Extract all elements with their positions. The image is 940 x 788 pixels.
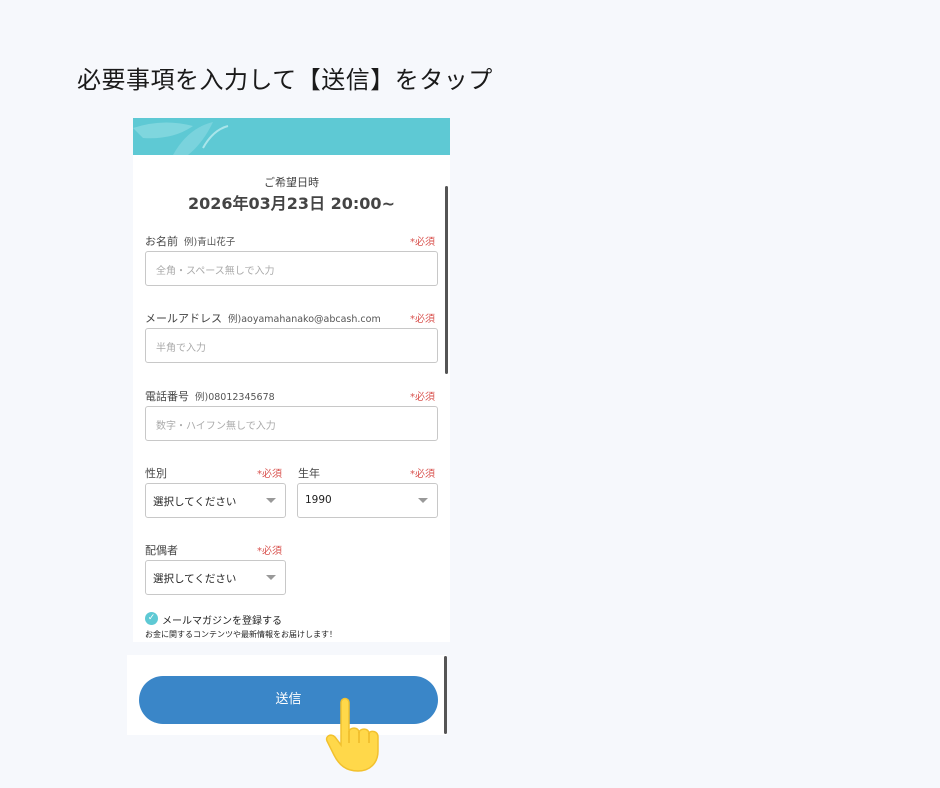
name-label-text: お名前 [145,235,178,248]
chevron-down-icon [266,498,276,503]
chevron-down-icon [266,575,276,580]
check-icon[interactable]: ✓ [145,612,158,625]
gender-label: 性別 [145,467,167,480]
name-placeholder: 全角・スペース無しで入力 [156,266,275,277]
phone-label-text: 電話番号 [145,390,189,403]
spouse-value: 選択してください [153,573,237,585]
gender-required-badge: *必須 [257,469,282,480]
spouse-select[interactable]: 選択してください [145,560,286,595]
submit-button[interactable]: 送信 [139,676,438,724]
phone-screen: ご希望日時 2026年03月23日 20:00~ お名前 例)青山花子 *必須 全… [133,118,450,642]
reservation-label: ご希望日時 [264,176,319,189]
name-example: 例)青山花子 [184,237,236,248]
newsletter-checkbox-label[interactable]: メールマガジンを登録する [162,612,282,627]
birth-year-label: 生年 [298,467,320,480]
phone-label: 電話番号 例)08012345678 [145,388,275,404]
gender-select[interactable]: 選択してください [145,483,286,518]
name-required-badge: *必須 [410,237,435,248]
gender-value: 選択してください [153,496,237,508]
phone-input[interactable]: 数字・ハイフン無しで入力 [145,406,438,441]
birth-year-select[interactable]: 1990 [297,483,438,518]
email-placeholder: 半角で入力 [156,343,206,354]
name-input[interactable]: 全角・スペース無しで入力 [145,251,438,286]
name-label: お名前 例)青山花子 [145,233,235,249]
chevron-down-icon [418,498,428,503]
scrollbar[interactable] [445,186,448,374]
pointing-hand-icon [325,697,379,772]
email-required-badge: *必須 [410,314,435,325]
spouse-required-badge: *必須 [257,546,282,557]
newsletter-note: お金に関するコンテンツや最新情報をお届けします！ [145,630,337,639]
spouse-label: 配偶者 [145,544,178,557]
phone-example: 例)08012345678 [195,392,275,403]
scrollbar[interactable] [444,656,447,734]
email-input[interactable]: 半角で入力 [145,328,438,363]
email-label-text: メールアドレス [145,312,222,325]
instruction-text: 必要事項を入力して【送信】をタップ [77,66,493,94]
email-label: メールアドレス 例)aoyamahanako@abcash.com [145,310,381,326]
phone-required-badge: *必須 [410,392,435,403]
header-banner [133,118,450,155]
phone-placeholder: 数字・ハイフン無しで入力 [156,421,276,432]
birth-year-required-badge: *必須 [410,469,435,480]
reservation-datetime: 2026年03月23日 20:00~ [188,194,395,213]
leaf-decoration-icon [133,122,229,155]
email-example: 例)aoyamahanako@abcash.com [228,314,381,325]
birth-year-value: 1990 [305,494,332,506]
